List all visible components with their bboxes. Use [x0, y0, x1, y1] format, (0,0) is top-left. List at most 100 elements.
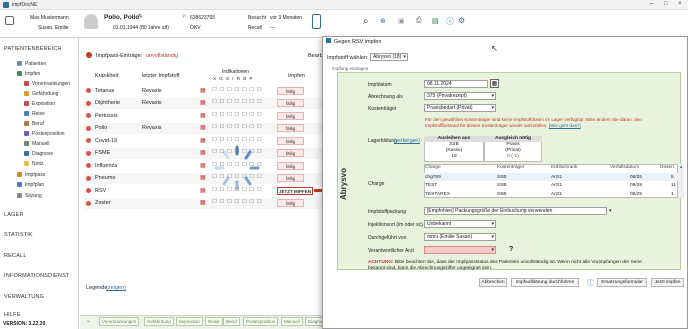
sidebar-item-impfen[interactable]: Impfen: [17, 71, 40, 77]
impfen-status-button[interactable]: fällig: [277, 99, 304, 107]
sidebar-section-statistik[interactable]: STATISTIK: [4, 232, 33, 238]
durchgefuehrt-select[interactable]: mmu (Emilie Susan) ▾: [424, 233, 496, 241]
calendar-icon[interactable]: ▦: [200, 149, 206, 156]
charge-cell: Arzt1: [551, 174, 563, 180]
calendar-icon[interactable]: ▦: [200, 87, 206, 94]
calendar-icon[interactable]: ▦: [200, 124, 206, 131]
abbrechen-button[interactable]: Abbrechen: [479, 278, 507, 287]
impfen-status-button[interactable]: fällig: [277, 124, 304, 132]
impfaufklaerung-button[interactable]: Impfaufklärung durchführen: [511, 278, 579, 287]
document-icon[interactable]: ▤: [432, 17, 439, 25]
calendar-icon[interactable]: ▦: [200, 137, 206, 144]
sidebar-item-patienten[interactable]: Patienten: [17, 61, 46, 67]
sidebar-item-impfpass[interactable]: Impfpass: [17, 172, 45, 178]
sidebar-section-hilfe[interactable]: HILFE: [4, 312, 21, 318]
hand-icon: [24, 141, 29, 147]
impfdatum-input[interactable]: 08.11.2024: [424, 80, 488, 88]
tab-reise[interactable]: Reise: [205, 317, 223, 326]
calendar-icon[interactable]: ▦: [200, 99, 206, 106]
sidebar-section-verwaltung[interactable]: VERWALTUNG: [4, 294, 44, 300]
folder-icon[interactable]: ▣: [398, 17, 405, 25]
status-dot-icon: [86, 200, 91, 206]
tab-beruf[interactable]: Beruf: [223, 317, 240, 326]
indication-checkboxes[interactable]: ☐ ☐ ☐ ☐ ☐ ☐ ☐: [212, 112, 262, 118]
impfen-status-button[interactable]: fällig: [277, 86, 304, 95]
how-to-link[interactable]: [Wie geht das?]: [549, 123, 581, 128]
add-patient-icon[interactable]: ⊕: [380, 17, 386, 25]
minimize-icon[interactable]: –: [650, 1, 653, 7]
info-icon[interactable]: ⓘ: [587, 278, 594, 288]
last-vaccine: Revaxis: [142, 100, 162, 106]
charge-scrollbar[interactable]: ▲: [678, 164, 684, 198]
calendar-icon[interactable]: ▦: [200, 162, 206, 169]
close-icon[interactable]: ×: [678, 1, 682, 7]
impfen-status-button[interactable]: fällig: [277, 149, 304, 157]
stock-warning: Für den gewählten Kostenträger sind kein…: [425, 117, 675, 129]
sidebar-item-gefaehrdung[interactable]: Gefährdung: [24, 91, 58, 97]
help-icon[interactable]: ?: [509, 246, 513, 253]
mobile-device-icon[interactable]: [312, 14, 321, 29]
impfstoff-select[interactable]: Abrysvo (18) ▾: [370, 53, 408, 61]
calendar-icon[interactable]: ▦: [200, 187, 206, 194]
sidebar-section-lager[interactable]: LAGER: [4, 212, 24, 218]
verantwortlich-select[interactable]: ▾: [424, 246, 496, 254]
search-icon[interactable]: ⌕: [363, 16, 369, 27]
tab-manuell[interactable]: Manuell: [281, 317, 303, 326]
impfen-status-button[interactable]: fällig: [277, 199, 304, 207]
sidebar-item-notiz[interactable]: Notiz: [24, 161, 43, 167]
jetzt-impfen-button[interactable]: Jetzt impfen: [651, 278, 684, 287]
indication-checkboxes[interactable]: ☐ ☐ ☐ ☐ ☐ ☐ ☐: [212, 99, 262, 105]
passport-icon: [17, 172, 22, 178]
maximize-icon[interactable]: □: [664, 1, 668, 7]
impfen-status-button[interactable]: fällig: [277, 174, 304, 182]
indication-checkboxes[interactable]: ☐ ☐ ☐ ☐ ☐ ☐ ☐: [212, 124, 262, 130]
logout-icon[interactable]: [5, 16, 14, 25]
tab-exposition[interactable]: Exposition: [176, 317, 203, 326]
sidebar-item-diagnose[interactable]: Diagnose: [24, 151, 53, 157]
indication-checkboxes[interactable]: ☐ ☐ ☐ ☐ ☐ ☐ ☐: [212, 199, 262, 205]
ersatzungsformular-button[interactable]: Ersatzungsformular: [597, 278, 647, 287]
calendar-icon[interactable]: ▦: [200, 199, 206, 206]
kostentraeger-select[interactable]: Praxisbedarf (Privat) ▾: [424, 104, 496, 112]
sidebar-item-impfplan[interactable]: Impfplan: [17, 182, 44, 188]
jetzt-impfen-row-button[interactable]: JETZT IMPFEN: [277, 186, 313, 195]
sidebar-item-manuell[interactable]: Manuell: [24, 141, 50, 147]
tab-postexposition[interactable]: Postexposition: [243, 317, 279, 326]
impfen-status-button[interactable]: fällig: [277, 111, 304, 120]
sidebar-item-postexposition[interactable]: Postexposition: [24, 131, 65, 137]
tab-gefaehrdung[interactable]: Gefährdung: [144, 317, 174, 326]
calendar-icon[interactable]: ▦: [200, 174, 206, 181]
indication-checkboxes[interactable]: ☐ ☐ ☐ ☐ ☐ ☐ ☐: [212, 87, 262, 93]
sidebar-item-exposition[interactable]: Exposition: [24, 101, 55, 107]
lagerbildung-toggle-link[interactable]: (verbergen): [394, 138, 420, 144]
edit-pencil-icon[interactable]: ✎: [138, 13, 143, 20]
status-dot-icon: [86, 188, 91, 193]
collapse-tabs-icon[interactable]: ⌄: [86, 317, 91, 324]
settings-gear-icon[interactable]: ⚙: [458, 16, 465, 25]
chevron-down-icon[interactable]: ▾: [609, 208, 612, 214]
sidebar-item-vorerkrankungen[interactable]: Vorerkrankungen: [24, 81, 70, 87]
sidebar-section-patientenbereich[interactable]: PATIENTENBEREICH: [4, 46, 62, 52]
injektion-select[interactable]: Unbekannt ▾: [424, 220, 496, 228]
print-icon[interactable]: ⎙: [416, 17, 422, 25]
sidebar-item-beruf[interactable]: Beruf: [24, 121, 44, 127]
note-icon: [24, 161, 29, 167]
scroll-up-icon[interactable]: ▲: [678, 164, 684, 169]
sidebar-section-informationsdienst[interactable]: INFORMATIONSDIENST: [4, 273, 70, 279]
sidebar-section-recall[interactable]: RECALL: [4, 253, 27, 259]
sidebar-item-sitzung[interactable]: Sitzung: [17, 193, 42, 199]
calendar-icon[interactable]: ▦: [490, 79, 499, 88]
impfen-header: Impfen: [288, 73, 305, 79]
impfen-status-button[interactable]: fällig: [277, 161, 304, 170]
sidebar-item-reise[interactable]: Reise: [24, 111, 45, 117]
tab-vorerkrankungen[interactable]: Vorerkrankungen: [99, 317, 140, 326]
info-icon[interactable]: ⓘ: [446, 16, 454, 27]
indication-checkboxes[interactable]: ☐ ☐ ☐ ☐ ☐ ☐ ☐: [212, 137, 262, 143]
legend-link[interactable]: (zeigen): [106, 285, 126, 291]
impfen-status-button[interactable]: fällig: [277, 136, 304, 145]
calendar-icon[interactable]: ▦: [200, 112, 206, 119]
briefcase-icon: [24, 121, 29, 127]
abrechnung-select[interactable]: 375 (Privatrezept) ▾: [424, 92, 496, 100]
impfpackung-select[interactable]: [Empfohlen] Packungsgröße der Einbuchung…: [424, 207, 607, 215]
status-dot-icon: [86, 100, 91, 106]
